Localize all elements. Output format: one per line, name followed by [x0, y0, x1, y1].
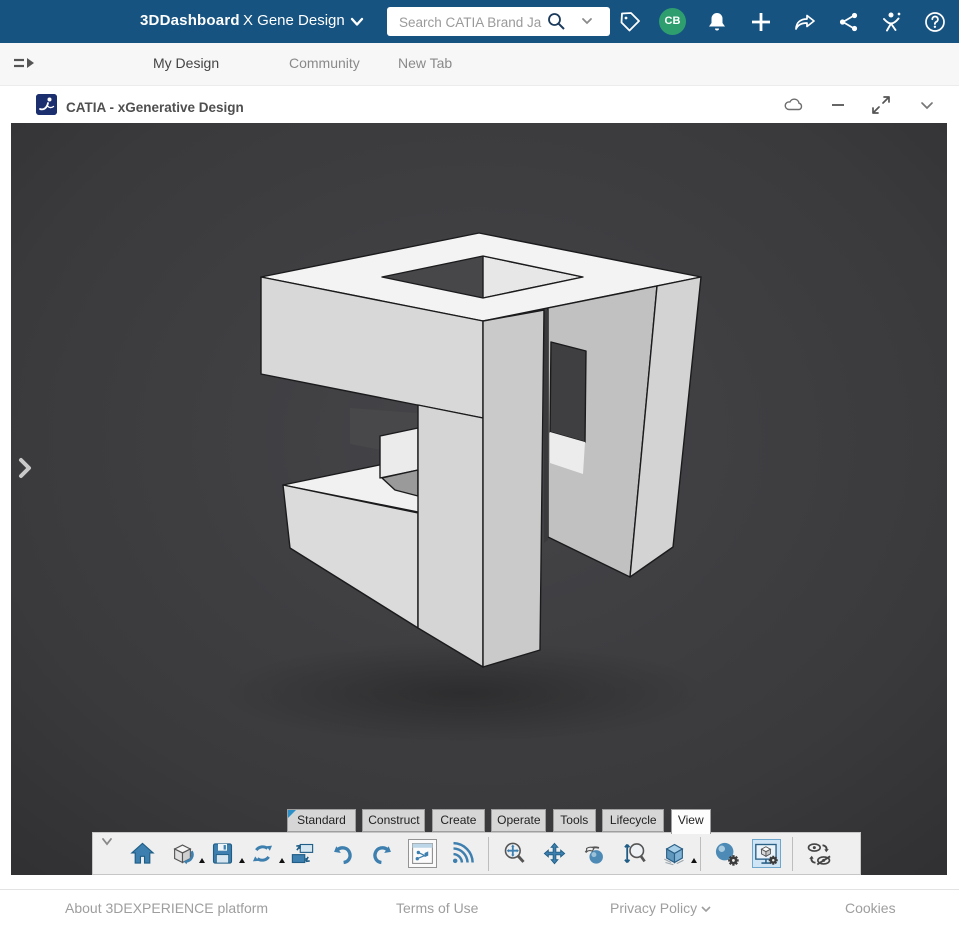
undo-arrow-icon — [334, 846, 352, 865]
widget-chevron-down-icon[interactable] — [916, 94, 938, 116]
rotate-button[interactable] — [580, 839, 609, 868]
ribbon-toolbar — [92, 832, 861, 875]
isometric-view-button[interactable] — [660, 839, 697, 868]
model-face-wall-hole-dark[interactable] — [549, 341, 587, 443]
3d-viewport[interactable] — [11, 123, 947, 875]
ribbon-tab-standard[interactable]: Standard — [287, 809, 356, 832]
tab-new-tab[interactable]: New Tab — [398, 55, 452, 71]
ribbon-tab-tools[interactable]: Tools — [552, 809, 596, 832]
zoom-in-out-icon — [624, 843, 646, 864]
import-model-button[interactable] — [168, 839, 205, 868]
toolbar-divider — [700, 836, 701, 871]
search-box — [387, 7, 610, 36]
home-button[interactable] — [128, 839, 157, 868]
share-network-icon[interactable] — [836, 9, 862, 35]
share-forward-icon[interactable] — [792, 9, 818, 35]
dropdown-marker[interactable] — [239, 858, 245, 863]
toolbar-collapse-chevron-icon[interactable] — [97, 834, 117, 850]
pan-arrows-icon — [543, 842, 566, 865]
undo-button[interactable] — [328, 839, 357, 868]
hide-show-swap-button[interactable] — [804, 839, 833, 868]
standard-fold-marker — [288, 810, 296, 818]
sphere-gear-icon — [715, 842, 739, 866]
screen-cube-gear-icon — [755, 843, 778, 865]
panel-expand-chevron-icon[interactable] — [16, 456, 34, 480]
tab-community[interactable]: Community — [289, 55, 360, 71]
model-face-slit-dark[interactable] — [544, 310, 548, 543]
ribbon-tab-bar: Standard Construct Create Operate Tools … — [287, 809, 713, 834]
footer-link-privacy[interactable]: Privacy Policy — [610, 900, 697, 916]
widget-title: CATIA - xGenerative Design — [66, 100, 244, 115]
model-face-column-left[interactable] — [417, 404, 484, 668]
collaborate-person-icon[interactable] — [879, 9, 905, 35]
tag-icon[interactable] — [617, 9, 643, 35]
footer-link-about[interactable]: About 3DEXPERIENCE platform — [65, 900, 268, 916]
avatar[interactable]: CB — [659, 8, 686, 35]
display-settings-button[interactable] — [752, 839, 781, 868]
save-button[interactable] — [208, 839, 245, 868]
save-floppy-icon — [212, 843, 233, 864]
top-bar: 3DDashboard X Gene Design CB — [0, 0, 959, 43]
dashboard-tab-bar: My Design Community New Tab — [0, 43, 959, 125]
privacy-chevron-icon[interactable] — [700, 903, 712, 915]
zoom-fit-icon — [504, 842, 525, 863]
import-export-button[interactable] — [288, 839, 317, 868]
footer-link-terms[interactable]: Terms of Use — [396, 900, 478, 916]
eye-swap-icon — [807, 842, 831, 865]
rss-feed-icon — [452, 841, 474, 864]
pan-button[interactable] — [540, 839, 569, 868]
add-content-plus-icon[interactable] — [748, 9, 774, 35]
graph-panel-icon — [412, 843, 433, 864]
3d-model-canvas[interactable] — [11, 123, 947, 875]
dashboard-name[interactable]: X Gene Design — [243, 12, 345, 29]
toolbar-divider — [488, 836, 489, 871]
rotate-hand-sphere-icon — [584, 846, 603, 864]
render-style-button[interactable] — [712, 839, 741, 868]
dropdown-marker[interactable] — [691, 858, 697, 863]
footer-link-cookies[interactable]: Cookies — [845, 900, 896, 916]
search-scope-chevron-icon[interactable] — [579, 13, 595, 29]
cloud-status-icon[interactable] — [782, 94, 804, 116]
home-icon — [130, 842, 155, 864]
zoom-in-out-button[interactable] — [620, 839, 649, 868]
footer-divider — [0, 889, 959, 890]
sync-arrows-icon — [252, 845, 273, 862]
transfer-files-icon — [291, 843, 314, 864]
redo-arrow-icon — [373, 846, 391, 865]
dashboard-chevron-down-icon[interactable] — [348, 13, 366, 31]
dropdown-marker[interactable] — [279, 858, 285, 863]
sidebar-toggle-icon[interactable] — [12, 54, 36, 76]
ribbon-tab-lifecycle[interactable]: Lifecycle — [602, 809, 665, 832]
iso-cube-icon — [664, 843, 684, 866]
notifications-feed-button[interactable] — [448, 839, 477, 868]
ribbon-tab-construct[interactable]: Construct — [362, 809, 426, 832]
dropdown-marker[interactable] — [199, 858, 205, 863]
ribbon-tab-create[interactable]: Create — [431, 809, 485, 832]
minimize-icon[interactable] — [827, 94, 849, 116]
ribbon-tab-view[interactable]: View — [670, 809, 711, 834]
footer: About 3DEXPERIENCE platform Terms of Use… — [0, 875, 959, 927]
ribbon-tab-operate[interactable]: Operate — [491, 809, 547, 832]
model-face-gap-white[interactable] — [379, 427, 419, 479]
tab-my-design[interactable]: My Design — [153, 55, 219, 71]
zoom-fit-button[interactable] — [500, 839, 529, 868]
maximize-expand-icon[interactable] — [870, 94, 892, 116]
model-face-column-right[interactable] — [482, 309, 545, 668]
3ds-logo-icon — [36, 94, 57, 115]
toolbar-divider — [792, 836, 793, 871]
help-icon[interactable] — [922, 9, 948, 35]
search-icon[interactable] — [545, 10, 567, 32]
synchronize-button[interactable] — [248, 839, 285, 868]
search-input[interactable] — [397, 11, 551, 33]
brand-title: 3DDashboard — [140, 12, 240, 29]
import-box-icon — [173, 844, 194, 865]
redo-button[interactable] — [368, 839, 397, 868]
dependency-graph-button[interactable] — [408, 839, 437, 868]
notifications-bell-icon[interactable] — [704, 9, 730, 35]
application-window: 3DDashboard X Gene Design CB — [0, 0, 959, 927]
